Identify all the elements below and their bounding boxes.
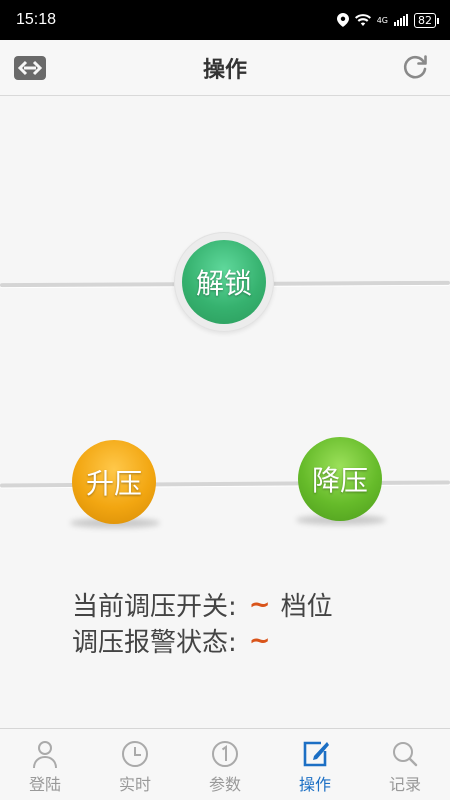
alarm-status-value: ~ — [248, 625, 271, 656]
header: 操作 — [0, 40, 450, 96]
network-type: 4G — [376, 15, 388, 25]
page-title: 操作 — [202, 57, 247, 83]
bottom-nav: 登陆 实时 参数 操作 记录 — [0, 728, 450, 800]
unlock-button[interactable]: 解锁 — [182, 240, 266, 324]
alarm-status-line: 调压报警状态: ~ — [72, 622, 281, 659]
wifi-icon — [354, 14, 371, 26]
battery-indicator: 82 — [414, 12, 439, 28]
nav-item-operate[interactable]: 操作 — [275, 739, 355, 795]
refresh-icon[interactable] — [400, 52, 430, 82]
switch-status-unit: 档位 — [280, 592, 333, 622]
edit-icon — [303, 741, 329, 767]
toggle-icon[interactable] — [14, 56, 46, 80]
boost-button[interactable]: 升压 — [72, 440, 156, 524]
clock-icon — [122, 741, 148, 767]
status-bar: 15:18 4G 82 — [0, 0, 450, 40]
nav-label-login: 登陆 — [28, 775, 61, 794]
status-icons: 4G 82 — [336, 12, 439, 28]
lower-button[interactable]: 降压 — [298, 437, 382, 521]
nav-label-records: 记录 — [388, 775, 421, 794]
search-icon — [393, 742, 418, 767]
number-icon — [212, 741, 238, 767]
nav-label-params: 参数 — [208, 775, 241, 794]
nav-label-operate: 操作 — [298, 775, 331, 794]
signal-icon — [394, 14, 408, 26]
user-icon — [33, 741, 57, 769]
nav-item-params[interactable]: 参数 — [185, 739, 265, 795]
switch-status-label: 当前调压开关: — [72, 592, 237, 622]
nav-label-realtime: 实时 — [118, 775, 151, 794]
slider-track-bottom — [0, 480, 450, 488]
status-time: 15:18 — [16, 11, 57, 28]
nav-item-realtime[interactable]: 实时 — [95, 739, 175, 795]
nav-item-login[interactable]: 登陆 — [5, 739, 85, 795]
alarm-status-label: 调压报警状态: — [72, 628, 237, 658]
location-icon — [336, 13, 349, 27]
nav-item-records[interactable]: 记录 — [365, 739, 445, 795]
switch-status-line: 当前调压开关: ~ 档位 — [72, 586, 333, 623]
switch-status-value: ~ — [248, 589, 271, 620]
